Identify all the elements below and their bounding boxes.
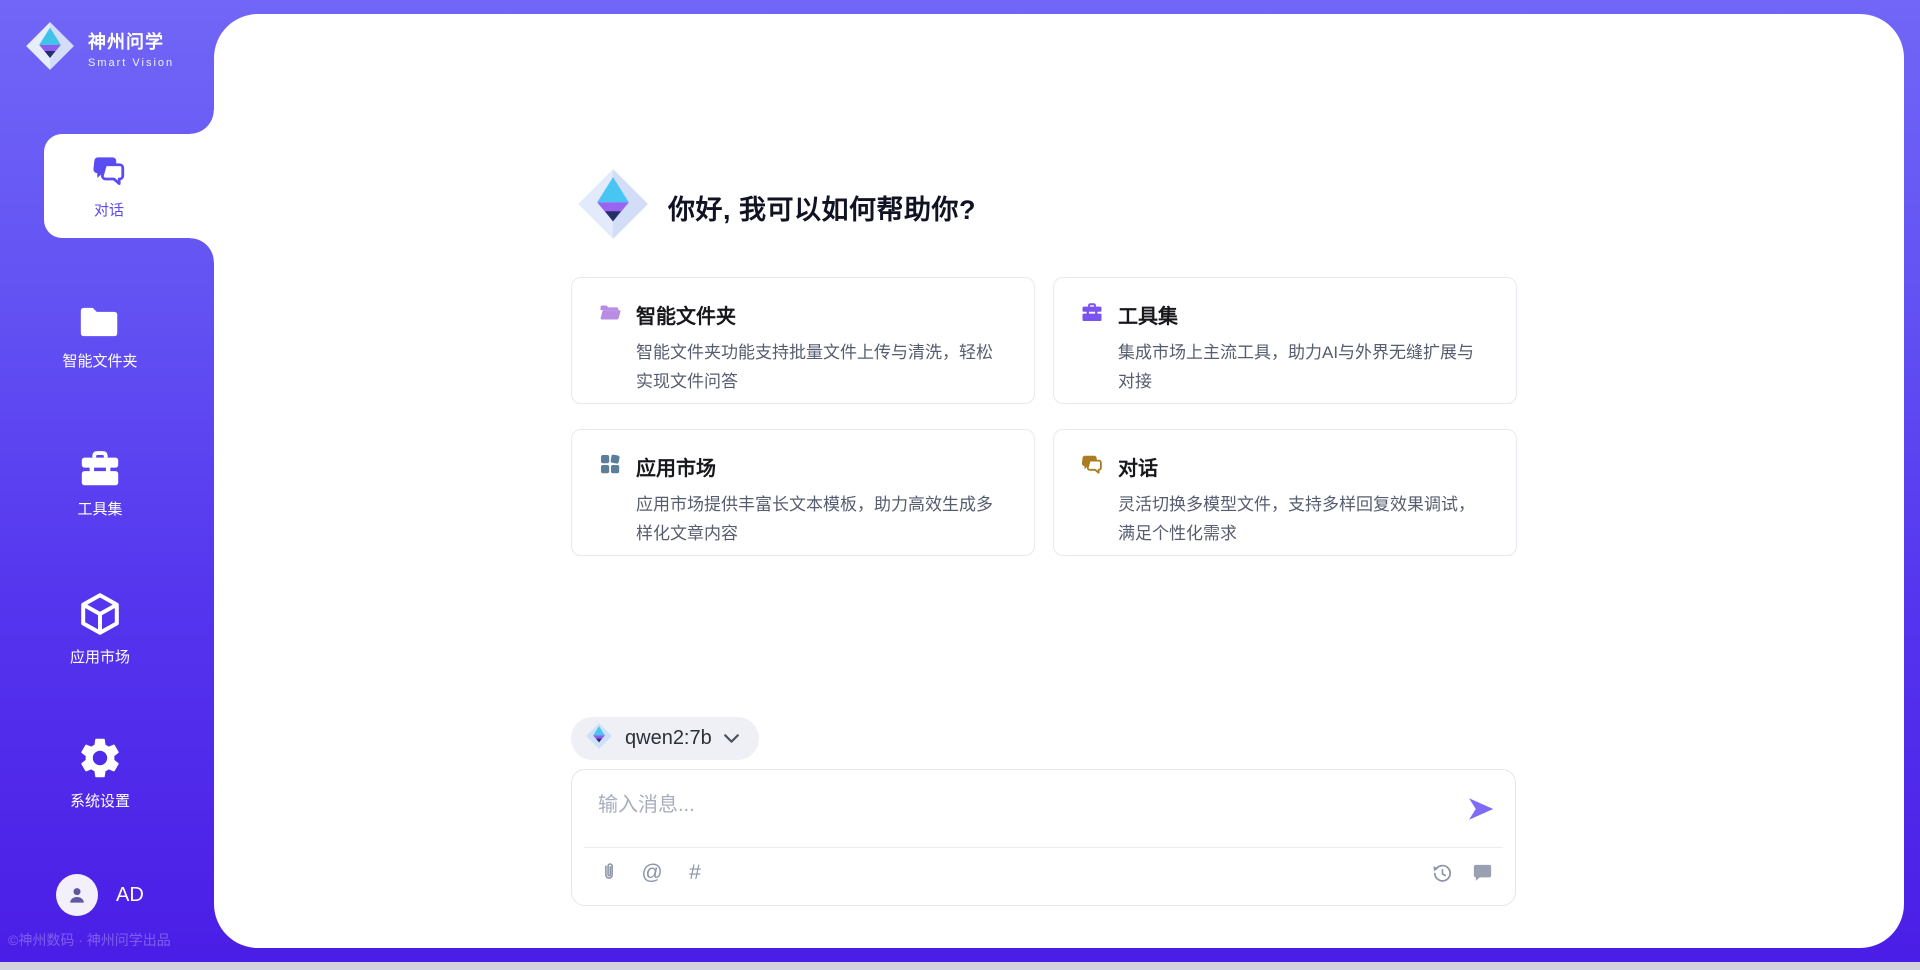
hero-diamond-logo-icon bbox=[575, 166, 651, 247]
card-title: 对话 bbox=[1118, 452, 1158, 481]
app-title: 神州问学 bbox=[88, 28, 174, 54]
sidebar-item-label: 工具集 bbox=[77, 498, 122, 519]
avatar bbox=[56, 874, 98, 916]
folder-open-icon bbox=[598, 301, 622, 328]
chat-icon bbox=[90, 153, 128, 192]
sidebar-item-appmarket[interactable]: 应用市场 bbox=[0, 590, 200, 667]
app-window: 神州问学 Smart Vision 对话 智能文件夹 bbox=[0, 0, 1920, 970]
card-description: 应用市场提供丰富长文本模板，助力高效生成多样化文章内容 bbox=[636, 490, 1008, 548]
message-input[interactable] bbox=[596, 786, 1440, 842]
card-title: 工具集 bbox=[1118, 300, 1178, 329]
attachment-icon[interactable] bbox=[596, 860, 622, 886]
feature-card-chat[interactable]: 对话 灵活切换多模型文件，支持多样回复效果调试，满足个性化需求 bbox=[1053, 429, 1517, 556]
sidebar-item-folders[interactable]: 智能文件夹 bbox=[0, 302, 200, 371]
toolbox-icon bbox=[1080, 301, 1104, 328]
user-name: AD bbox=[116, 884, 144, 907]
message-composer: @ # bbox=[571, 769, 1516, 906]
toolbox-icon bbox=[77, 446, 123, 490]
greeting-text: 你好, 我可以如何帮助你? bbox=[668, 188, 976, 227]
feedback-bubble-icon[interactable] bbox=[1469, 860, 1495, 886]
composer-divider bbox=[584, 847, 1503, 848]
chat-icon bbox=[1080, 453, 1104, 480]
feature-card-appmarket[interactable]: 应用市场 应用市场提供丰富长文本模板，助力高效生成多样化文章内容 bbox=[571, 429, 1035, 556]
gear-icon bbox=[76, 734, 124, 782]
sidebar-item-chat[interactable]: 对话 bbox=[44, 134, 214, 238]
chevron-down-icon bbox=[724, 730, 739, 748]
send-button[interactable] bbox=[1465, 794, 1497, 826]
sidebar-item-label: 智能文件夹 bbox=[62, 350, 137, 371]
feature-card-folders[interactable]: 智能文件夹 智能文件夹功能支持批量文件上传与清洗，轻松实现文件问答 bbox=[571, 277, 1035, 404]
card-description: 智能文件夹功能支持批量文件上传与清洗，轻松实现文件问答 bbox=[636, 338, 1008, 396]
card-description: 灵活切换多模型文件，支持多样回复效果调试，满足个性化需求 bbox=[1118, 490, 1490, 548]
sidebar: 神州问学 Smart Vision 对话 智能文件夹 bbox=[0, 0, 214, 970]
feature-card-toolbox[interactable]: 工具集 集成市场上主流工具，助力AI与外界无缝扩展与对接 bbox=[1053, 277, 1517, 404]
sidebar-item-label: 应用市场 bbox=[70, 646, 130, 667]
sidebar-item-label: 系统设置 bbox=[70, 790, 130, 811]
app-subtitle: Smart Vision bbox=[88, 57, 174, 69]
cube-icon bbox=[76, 590, 124, 638]
bottom-edge-strip bbox=[0, 962, 1920, 970]
card-title: 智能文件夹 bbox=[636, 300, 736, 329]
topic-icon[interactable]: # bbox=[682, 860, 708, 886]
card-description: 集成市场上主流工具，助力AI与外界无缝扩展与对接 bbox=[1118, 338, 1490, 396]
brand-logo: 神州问学 Smart Vision bbox=[24, 20, 174, 77]
sidebar-item-label: 对话 bbox=[94, 199, 124, 220]
folder-icon bbox=[77, 302, 123, 342]
history-icon[interactable] bbox=[1429, 860, 1455, 886]
mention-icon[interactable]: @ bbox=[639, 860, 665, 886]
sidebar-item-settings[interactable]: 系统设置 bbox=[0, 734, 200, 811]
copyright-footer: ©神州数码 · 神州问学出品 bbox=[8, 930, 208, 950]
card-title: 应用市场 bbox=[636, 452, 716, 481]
apps-grid-icon bbox=[598, 452, 622, 481]
model-name: qwen2:7b bbox=[625, 727, 712, 750]
sidebar-item-toolbox[interactable]: 工具集 bbox=[0, 446, 200, 519]
diamond-logo-icon bbox=[24, 20, 76, 77]
user-profile[interactable]: AD bbox=[56, 874, 144, 916]
model-selector[interactable]: qwen2:7b bbox=[571, 717, 759, 760]
send-icon bbox=[1466, 794, 1496, 824]
diamond-logo-icon bbox=[585, 722, 613, 755]
